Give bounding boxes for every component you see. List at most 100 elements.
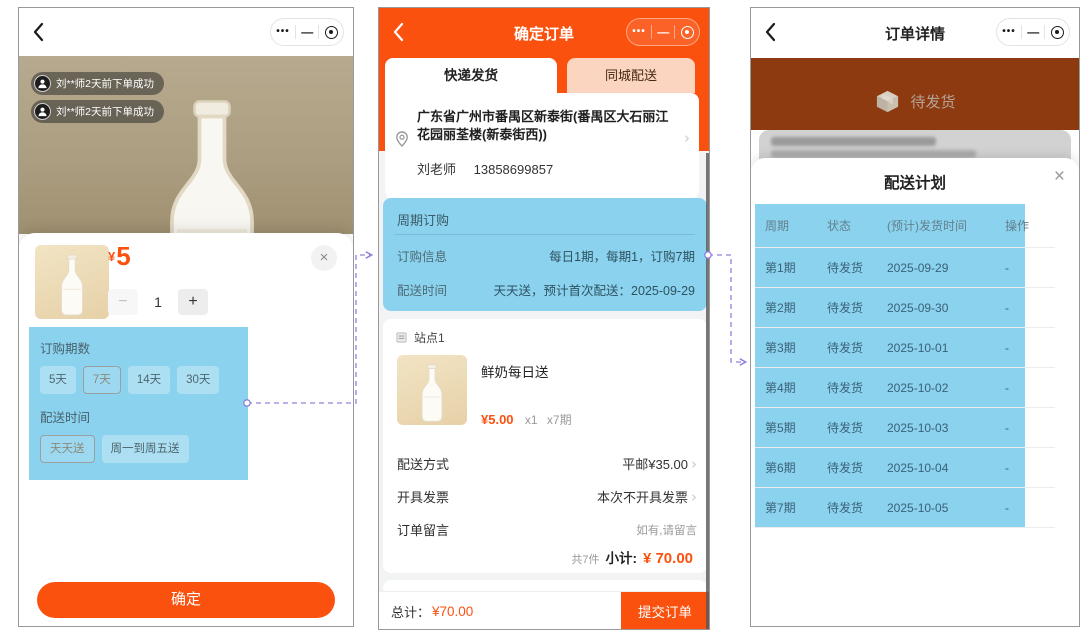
order-toast: 刘**师2天前下单成功 [31,100,165,123]
tab-local-delivery[interactable]: 同城配送 [567,58,695,93]
more-icon[interactable]: ••• [632,27,646,37]
receiver-phone: 13858699857 [473,162,554,177]
exit-target-icon[interactable] [680,25,694,39]
connector-middle-to-right [708,254,745,362]
decrease-button[interactable]: − [108,289,138,315]
store-row: 站点1 [395,329,445,346]
row-value: 天天送，预计首次配送：2025-09-29 [493,284,695,298]
wx-capsule: ••• — [270,18,344,46]
minimize-icon[interactable]: — [301,26,313,38]
wx-capsule: ••• — [996,18,1070,46]
close-icon[interactable]: × [1054,167,1065,186]
row-value: 每日1期，每期1，订购7期 [549,250,695,264]
subscription-title: 周期订购 [397,213,450,228]
phone-product-detail: ••• — 刘**师2天前下单成功 刘**师2天前下单成功 ¥ 5 × − 1 … [18,7,354,627]
period-options: 5天 7天 14天 30天 [40,366,237,394]
period-option-30d[interactable]: 30天 [177,366,220,394]
table-row: 第7期 待发货 2025-10-05 - [755,488,1055,528]
capsule-divider [294,25,296,39]
table-cell: - [1005,420,1009,435]
table-cell: - [1005,460,1009,475]
order-items-card: 站点1 鲜奶每日送 ¥5.00 x1 x7期 配送方式 平邮¥35.00 › 开具… [383,319,707,573]
product-name: 鲜奶每日送 [481,365,549,380]
period-option-14d[interactable]: 14天 [127,366,171,394]
toast-text: 刘**师2天前下单成功 [56,106,155,118]
product-price: ¥5.00 [481,412,514,427]
more-icon[interactable]: ••• [1002,27,1016,37]
table-cell: 2025-10-05 [887,500,949,515]
table-cell: 2025-10-03 [887,420,949,435]
table-cell: 第2期 [765,301,796,315]
table-row: 第5期 待发货 2025-10-03 - [755,408,1055,448]
period-option-5d[interactable]: 5天 [40,366,76,394]
modal-title: 配送计划 [883,175,946,192]
subscription-info-row: 订购信息 每日1期，每期1，订购7期 [397,246,695,265]
address-text: 广东省广州市番禺区新泰街(番禺区大石丽江花园丽荃楼(新泰街西)) [417,109,669,142]
table-cell: - [1005,340,1009,355]
capsule-divider [674,25,676,39]
delivery-section-label: 配送时间 [40,411,91,425]
table-cell: 2025-10-01 [887,340,949,355]
table-header-row: 周期 状态 (预计)发货时间 操作 [755,204,1055,248]
minimize-icon[interactable]: — [657,26,669,38]
table-cell: 第5期 [765,421,796,435]
table-cell: - [1005,260,1009,275]
back-icon[interactable] [32,22,44,42]
table-cell: 待发货 [827,501,864,515]
row-value: 本次不开具发票 [596,490,688,505]
increase-button[interactable]: + [178,289,208,315]
table-cell: - [1005,500,1009,515]
minimize-icon[interactable]: — [1027,26,1039,38]
store-icon [395,331,408,344]
left-nav-bar: ••• — [19,8,353,56]
delivery-method-row[interactable]: 配送方式 平邮¥35.00 › [397,447,697,480]
currency-symbol: ¥ [108,249,116,264]
period-option-7d[interactable]: 7天 [82,366,121,394]
more-icon[interactable]: ••• [276,27,290,37]
table-cell: 待发货 [827,381,864,395]
total-label: 总计： [391,604,431,620]
total-amount: ¥70.00 [432,603,474,619]
chevron-right-icon: › [691,454,697,473]
scrollbar[interactable] [706,153,709,629]
blurred-text [771,150,976,158]
capsule-divider [1020,25,1022,39]
screenshot-stage: ••• — 刘**师2天前下单成功 刘**师2天前下单成功 ¥ 5 × − 1 … [0,0,1084,634]
table-cell: 2025-10-02 [887,380,949,395]
table-cell: 2025-09-30 [887,300,949,315]
submit-order-button[interactable]: 提交订单 [621,592,709,629]
exit-target-icon[interactable] [324,25,338,39]
location-icon [395,131,409,147]
table-row: 第3期 待发货 2025-10-01 - [755,328,1055,368]
table-cell: - [1005,380,1009,395]
product-price-row: ¥5.00 x1 x7期 [481,411,578,428]
capsule-divider [650,25,652,39]
package-icon [874,88,901,115]
quantity-value: 1 [154,294,162,310]
quantity-stepper: − 1 + [108,289,208,315]
delivery-option-weekdays[interactable]: 周一到周五送 [101,435,189,463]
exit-target-icon[interactable] [1050,25,1064,39]
delivery-option-daily[interactable]: 天天送 [40,435,95,463]
table-cell: 第3期 [765,341,796,355]
sku-popup: ¥ 5 × − 1 + 订购期数 5天 7天 14天 30天 配送时间 天天送 [19,233,353,626]
address-card[interactable]: 广东省广州市番禺区新泰街(番禺区大石丽江花园丽荃楼(新泰街西)) 刘老师 138… [385,93,699,200]
avatar-icon [34,103,51,120]
note-placeholder: 如有,请留言 [636,524,697,537]
receiver-row: 刘老师 13858699857 [417,159,553,178]
price-value: 5 [116,241,131,271]
close-icon[interactable]: × [311,245,337,271]
table-cell: 待发货 [827,261,864,275]
row-label: 配送时间 [397,284,448,298]
milk-bottle-image [52,253,92,319]
delivery-plan-modal: 配送计划 × 周期 状态 (预计)发货时间 操作 第1期 待发货 2025-09… [751,158,1079,626]
status-banner: 待发货 [751,58,1079,130]
confirm-button[interactable]: 确定 [37,582,335,618]
tab-express-shipping[interactable]: 快递发货 [385,58,557,93]
order-note-row[interactable]: 订单留言 如有,请留言 [397,513,697,546]
product-thumbnail [35,245,109,319]
receiver-name: 刘老师 [417,162,457,177]
delivery-options: 天天送 周一到周五送 [40,435,237,463]
toast-text: 刘**师2天前下单成功 [56,78,155,90]
invoice-row[interactable]: 开具发票 本次不开具发票 › [397,480,697,513]
